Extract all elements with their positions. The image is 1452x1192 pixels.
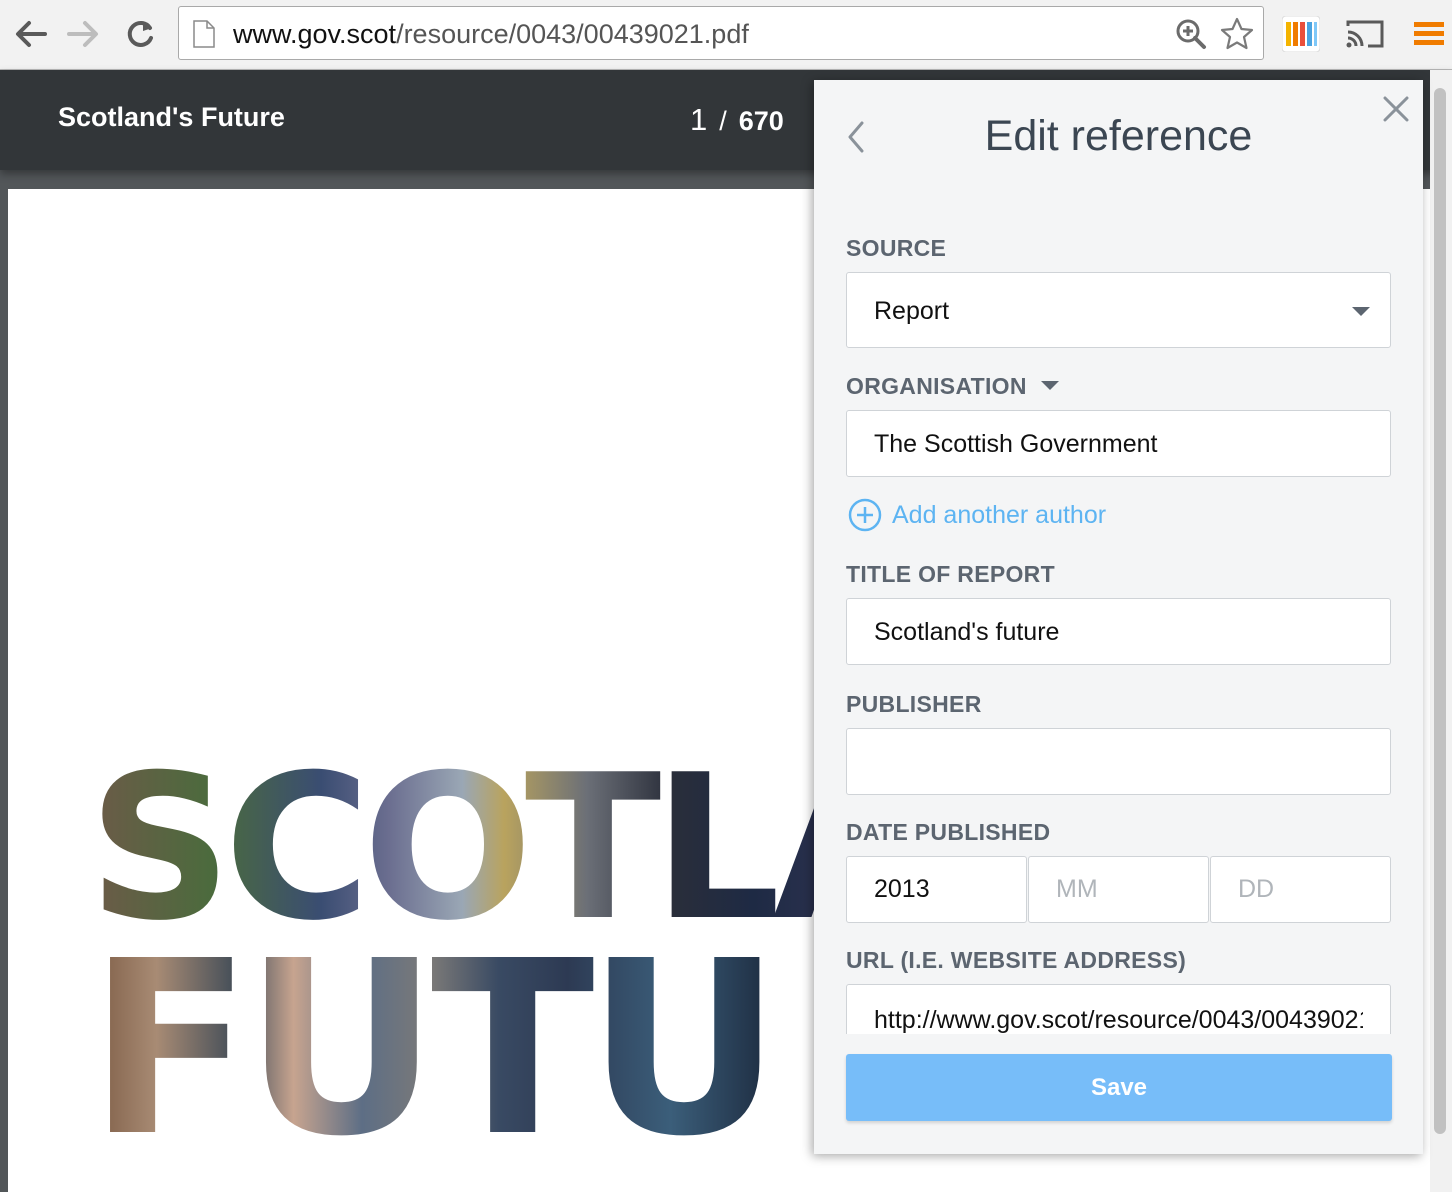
url-text: www.gov.scot/resource/0043/00439021.pdf [233,19,749,49]
add-author-link[interactable]: Add another author [848,498,1106,532]
title-of-report-label: TITLE OF REPORT [846,561,1055,587]
reload-icon [127,20,153,47]
day-field[interactable]: DD [1210,856,1391,923]
publisher-label: PUBLISHER [846,691,982,717]
back-arrow-icon [16,21,47,47]
month-field[interactable]: MM [1028,856,1209,923]
pdf-title: Scotland's Future [58,102,285,132]
organisation-dropdown-icon[interactable] [1040,381,1059,390]
month-placeholder: MM [1056,875,1098,903]
chevron-down-icon [1352,307,1370,316]
publisher-field[interactable] [846,728,1391,795]
menu-icon[interactable] [1412,20,1446,48]
star-icon[interactable] [1219,16,1255,52]
source-select[interactable]: Report [846,272,1391,348]
title-of-report-value: Scotland's future [874,618,1060,646]
panel-title: Edit reference [984,112,1253,160]
day-placeholder: DD [1238,875,1275,903]
url-field-wrapper: http://www.gov.scot/resource/0043/004390… [846,984,1391,1034]
back-button[interactable] [10,14,50,54]
url-field[interactable]: http://www.gov.scot/resource/0043/004390… [846,984,1391,1034]
organisation-value: The Scottish Government [874,430,1158,458]
forward-button[interactable] [64,14,104,54]
year-value: 2013 [874,875,930,903]
page-separator: / [719,106,727,136]
source-value: Report [874,297,950,325]
plus-circle-icon [848,498,882,532]
close-icon[interactable] [1382,95,1410,123]
year-field[interactable]: 2013 [846,856,1027,923]
title-of-report-field[interactable]: Scotland's future [846,598,1391,665]
url-label: URL (I.E. WEBSITE ADDRESS) [846,947,1187,973]
source-label: SOURCE [846,235,947,261]
cast-icon[interactable] [1344,18,1386,50]
page-icon [193,20,215,48]
forward-arrow-icon [67,21,98,47]
cover-title-line2: FUTU [88,909,781,1189]
zoom-icon[interactable] [1175,18,1207,50]
total-pages: 670 [738,106,784,136]
browser-toolbar: www.gov.scot/resource/0043/00439021.pdf [0,0,1452,70]
page-scrollbar[interactable] [1430,70,1452,1192]
add-author-label: Add another author [892,500,1107,529]
scrollbar-thumb[interactable] [1434,88,1446,1134]
url-value: http://www.gov.scot/resource/0043/004390… [874,1006,1363,1034]
reload-button[interactable] [120,14,160,54]
address-bar[interactable]: www.gov.scot/resource/0043/00439021.pdf [178,6,1264,60]
page-indicator: 1 / 670 [690,102,784,138]
extension-icon[interactable] [1282,16,1320,52]
organisation-label[interactable]: ORGANISATION [846,373,1059,400]
organisation-field[interactable]: The Scottish Government [846,410,1391,477]
current-page-input[interactable]: 1 [690,102,707,137]
save-button[interactable]: Save [846,1054,1392,1121]
edit-reference-panel: Edit reference SOURCE Report ORGANISATIO… [814,80,1423,1154]
date-published-label: DATE PUBLISHED [846,819,1051,845]
